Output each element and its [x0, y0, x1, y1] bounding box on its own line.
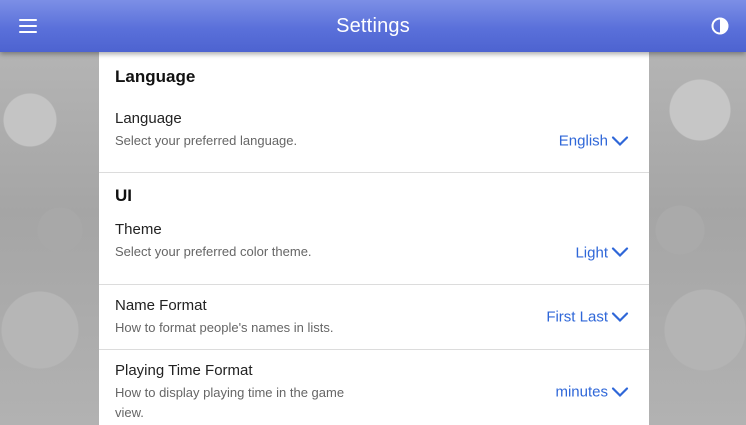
theme-dropdown[interactable]: Light	[575, 244, 629, 261]
contrast-half-circle-icon[interactable]	[704, 10, 736, 42]
setting-label: Language	[115, 110, 182, 127]
setting-row-playing-time-format[interactable]: Playing Time Format How to display playi…	[99, 350, 649, 425]
section-title-language: Language	[115, 67, 196, 86]
setting-row-theme[interactable]: Theme Select your preferred color theme.…	[99, 221, 649, 285]
dropdown-value: Light	[575, 244, 608, 261]
dropdown-value: English	[558, 132, 608, 150]
language-dropdown[interactable]: English	[559, 133, 629, 150]
chevron-down-icon	[611, 311, 629, 322]
setting-row-language[interactable]: Language Select your preferred language.…	[99, 110, 649, 173]
setting-label: Theme	[115, 221, 162, 238]
name-format-dropdown[interactable]: First Last	[546, 309, 629, 326]
setting-description: Select your preferred language.	[115, 133, 298, 148]
chevron-down-icon	[611, 247, 629, 258]
setting-label: Playing Time Format	[115, 362, 253, 379]
playing-time-format-dropdown[interactable]: minutes	[555, 384, 629, 401]
setting-description: How to format people's names in lists.	[115, 320, 334, 335]
settings-panel: Language Language Select your preferred …	[99, 52, 649, 425]
chevron-down-icon	[611, 386, 629, 397]
app-bar: Settings	[0, 0, 746, 52]
dropdown-value: First Last	[546, 308, 608, 326]
setting-description: How to display playing time in the game …	[115, 385, 345, 420]
setting-row-name-format[interactable]: Name Format How to format people's names…	[99, 285, 649, 350]
dropdown-value: minutes	[555, 383, 608, 401]
page-title: Settings	[336, 15, 410, 37]
section-title-ui: UI	[115, 186, 132, 205]
setting-description: Select your preferred color theme.	[115, 244, 312, 259]
chevron-down-icon	[611, 135, 629, 146]
